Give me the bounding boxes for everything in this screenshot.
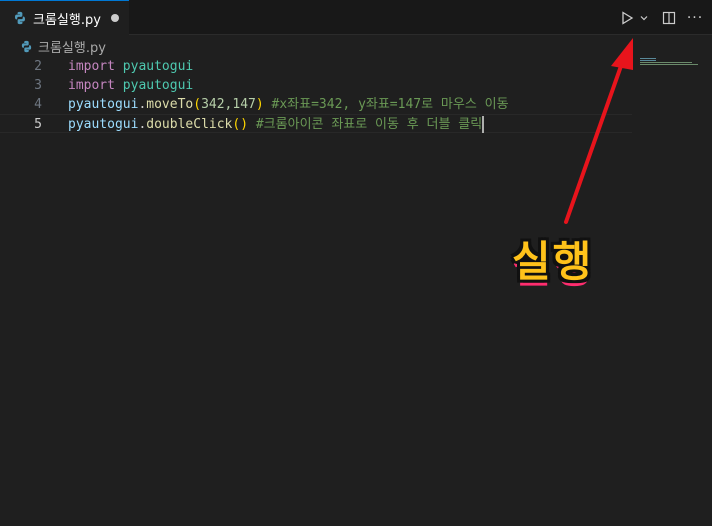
- minimap-line: [640, 60, 656, 61]
- paren: ): [240, 117, 249, 132]
- run-annotation-label: 실행: [512, 237, 594, 286]
- minimap[interactable]: [640, 57, 702, 69]
- chevron-down-icon[interactable]: [638, 7, 650, 29]
- python-icon: [15, 11, 25, 25]
- paren: ): [255, 97, 264, 112]
- run-icon[interactable]: [616, 7, 638, 29]
- keyword: import: [68, 59, 115, 74]
- code-line[interactable]: 3 import pyautogui: [0, 76, 632, 95]
- code-text[interactable]: import pyautogui: [68, 76, 193, 95]
- line-number: 2: [34, 59, 42, 74]
- keyword: import: [68, 78, 115, 93]
- minimap-line: [640, 64, 698, 65]
- editor-actions: ···: [616, 0, 706, 35]
- more-actions-icon[interactable]: ···: [684, 7, 706, 29]
- comment: #크롬아이콘 좌표로 이동 후 더블 클릭: [255, 117, 483, 132]
- module-name: pyautogui: [122, 59, 194, 74]
- unsaved-dot-icon[interactable]: [110, 14, 119, 22]
- code-text[interactable]: import pyautogui: [68, 57, 193, 76]
- paren: (: [193, 97, 202, 112]
- tab-title: 크롬실행.py: [33, 12, 101, 28]
- code-line[interactable]: 2 import pyautogui: [0, 57, 632, 76]
- line-number: 4: [34, 97, 42, 112]
- code-line-current[interactable]: 5 pyautogui.doubleClick() #크롬아이콘 좌표로 이동 …: [0, 114, 632, 133]
- code-text[interactable]: pyautogui.moveTo(342,147) #x좌표=342, y좌표=…: [68, 95, 509, 114]
- comment: #x좌표=342, y좌표=147로 마우스 이동: [271, 97, 509, 112]
- function-name: doubleClick: [146, 117, 233, 132]
- python-icon: [21, 40, 32, 52]
- line-number: 3: [34, 78, 42, 93]
- minimap-line: [640, 62, 692, 63]
- breadcrumb-file[interactable]: 크롬실행.py: [38, 37, 106, 56]
- code-line[interactable]: 4 pyautogui.moveTo(342,147) #x좌표=342, y좌…: [0, 95, 632, 114]
- code-text[interactable]: pyautogui.doubleClick() #크롬아이콘 좌표로 이동 후 …: [68, 115, 485, 134]
- line-number: 5: [34, 117, 42, 132]
- tab-bar: 크롬실행.py ···: [0, 0, 712, 35]
- function-name: moveTo: [146, 97, 194, 112]
- number-args: 342,147: [201, 97, 256, 112]
- text-cursor: [482, 116, 485, 133]
- breadcrumb[interactable]: 크롬실행.py: [0, 35, 712, 57]
- minimap-line: [640, 58, 656, 59]
- variable: pyautogui: [68, 97, 139, 112]
- code-editor[interactable]: 2 import pyautogui 3 import pyautogui 4 …: [0, 57, 712, 526]
- module-name: pyautogui: [122, 78, 194, 93]
- editor-tab[interactable]: 크롬실행.py: [0, 0, 129, 35]
- split-editor-icon[interactable]: [658, 7, 680, 29]
- variable: pyautogui: [68, 117, 139, 132]
